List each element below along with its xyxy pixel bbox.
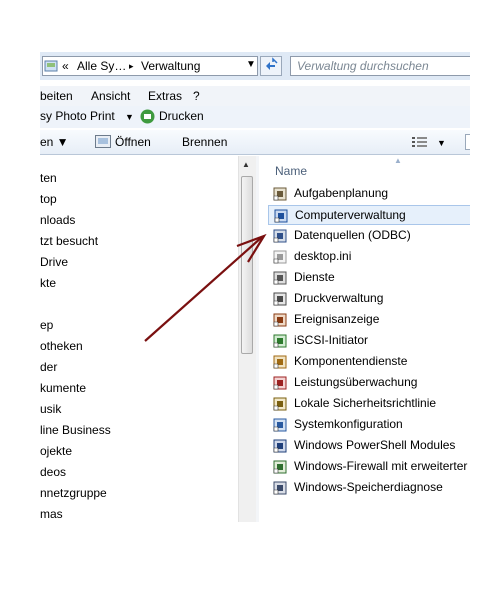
drucken-button[interactable]: Drucken bbox=[159, 109, 204, 123]
file-item[interactable]: Komponentendienste bbox=[268, 352, 470, 372]
file-item[interactable]: Druckverwaltung bbox=[268, 289, 470, 309]
nav-item[interactable]: mas bbox=[40, 507, 63, 521]
nav-item[interactable]: Drive bbox=[40, 255, 68, 269]
menu-ansicht[interactable]: Ansicht bbox=[91, 89, 130, 103]
nav-item[interactable]: line Business bbox=[40, 423, 111, 437]
address-dropdown-icon[interactable]: ▼ bbox=[246, 59, 256, 70]
easy-photo-print-dropdown-icon[interactable]: ▼ bbox=[125, 112, 134, 122]
nav-scrollbar[interactable]: ▲ bbox=[238, 156, 256, 522]
preview-pane-button[interactable] bbox=[465, 134, 470, 150]
breadcrumb-alle-systemsteuerungselemente[interactable]: Alle Sy… bbox=[77, 59, 126, 73]
breadcrumb-verwaltung[interactable]: Verwaltung bbox=[141, 59, 200, 73]
column-header-name[interactable]: Name bbox=[275, 164, 307, 178]
nav-item[interactable]: der bbox=[40, 360, 57, 374]
memory-diagnostic-icon bbox=[273, 481, 287, 495]
navigation-pane: ten top nloads tzt besucht Drive kte ep … bbox=[40, 156, 238, 522]
file-item-label: Dienste bbox=[294, 270, 335, 284]
computer-management-icon bbox=[274, 209, 288, 223]
firewall-icon bbox=[273, 460, 287, 474]
nav-item[interactable]: kte bbox=[40, 276, 56, 290]
component-services-icon bbox=[273, 355, 287, 369]
sort-ascending-icon: ▲ bbox=[394, 156, 402, 165]
file-item-label: Ereignisanzeige bbox=[294, 312, 380, 326]
file-item-label: Datenquellen (ODBC) bbox=[294, 228, 411, 242]
file-item[interactable]: Windows-Firewall mit erweiterter bbox=[268, 457, 470, 477]
odbc-icon bbox=[273, 229, 287, 243]
refresh-icon bbox=[266, 57, 278, 70]
menu-bar: beiten Ansicht Extras ? bbox=[40, 86, 470, 108]
ini-file-icon bbox=[273, 250, 287, 264]
file-item[interactable]: Windows PowerShell Modules bbox=[268, 436, 470, 456]
powershell-icon bbox=[273, 439, 287, 453]
file-item[interactable]: Windows-Speicherdiagnose bbox=[268, 478, 470, 498]
file-item-label: Windows-Speicherdiagnose bbox=[294, 480, 443, 494]
organize-button[interactable]: en ▼ bbox=[40, 135, 69, 149]
nav-item[interactable]: ten bbox=[40, 171, 57, 185]
burn-button[interactable]: Brennen bbox=[182, 135, 227, 149]
nav-item[interactable]: tzt besucht bbox=[40, 234, 98, 248]
file-item-label: Komponentendienste bbox=[294, 354, 408, 368]
scroll-up-icon[interactable]: ▲ bbox=[242, 160, 250, 169]
file-item[interactable]: Systemkonfiguration bbox=[268, 415, 470, 435]
file-item-label: Windows PowerShell Modules bbox=[294, 438, 456, 452]
command-toolbar: en ▼ Öffnen Brennen ▼ bbox=[40, 130, 470, 155]
plugin-bar: sy Photo Print ▼ Drucken bbox=[40, 106, 470, 128]
view-options-icon[interactable] bbox=[412, 136, 428, 148]
nav-item[interactable]: kumente bbox=[40, 381, 86, 395]
security-policy-icon bbox=[273, 397, 287, 411]
menu-help[interactable]: ? bbox=[193, 89, 200, 103]
nav-item[interactable]: top bbox=[40, 192, 57, 206]
pane-splitter[interactable] bbox=[256, 156, 259, 522]
explorer-window: « Alle Sy… ▸ Verwaltung ▼ Verwaltung dur… bbox=[40, 52, 470, 522]
file-item[interactable]: Dienste bbox=[268, 268, 470, 288]
nav-item[interactable]: nnetzgruppe bbox=[40, 486, 107, 500]
control-panel-icon bbox=[44, 60, 58, 72]
nav-item[interactable]: deos bbox=[40, 465, 66, 479]
easy-photo-print-button[interactable]: sy Photo Print bbox=[40, 109, 115, 123]
file-item-label: Computerverwaltung bbox=[295, 208, 406, 222]
file-item[interactable]: iSCSI-Initiator bbox=[268, 331, 470, 351]
performance-monitor-icon bbox=[273, 376, 287, 390]
file-list-pane: ▲ Name Aufgabenplanung Computerverwaltung… bbox=[260, 156, 470, 522]
print-management-icon bbox=[273, 292, 287, 306]
iscsi-icon bbox=[273, 334, 287, 348]
menu-extras[interactable]: Extras bbox=[148, 89, 182, 103]
nav-item[interactable]: nloads bbox=[40, 213, 75, 227]
open-icon bbox=[95, 135, 111, 148]
breadcrumb-overflow[interactable]: « bbox=[62, 59, 69, 73]
file-item-label: desktop.ini bbox=[294, 249, 352, 263]
file-item-label: iSCSI-Initiator bbox=[294, 333, 369, 347]
nav-item[interactable]: usik bbox=[40, 402, 61, 416]
file-item-label: Systemkonfiguration bbox=[294, 417, 403, 431]
breadcrumb-separator[interactable]: ▸ bbox=[129, 61, 134, 72]
file-item-label: Aufgabenplanung bbox=[294, 186, 389, 200]
print-icon bbox=[140, 109, 155, 124]
file-item-label: Windows-Firewall mit erweiterter bbox=[294, 459, 468, 473]
address-bar[interactable]: « Alle Sy… ▸ Verwaltung ▼ bbox=[42, 56, 258, 76]
file-item-label: Druckverwaltung bbox=[294, 291, 384, 305]
nav-item[interactable]: ojekte bbox=[40, 444, 72, 458]
event-viewer-icon bbox=[273, 313, 287, 327]
search-input[interactable]: Verwaltung durchsuchen bbox=[290, 56, 470, 76]
address-bar-row: « Alle Sy… ▸ Verwaltung ▼ Verwaltung dur… bbox=[40, 52, 470, 80]
menu-bearbeiten[interactable]: beiten bbox=[40, 89, 73, 103]
file-item[interactable]: Computerverwaltung bbox=[268, 205, 470, 225]
view-dropdown-icon[interactable]: ▼ bbox=[437, 138, 446, 148]
nav-item[interactable]: otheken bbox=[40, 339, 83, 353]
scroll-thumb[interactable] bbox=[241, 176, 253, 354]
open-button[interactable]: Öffnen bbox=[115, 135, 151, 149]
file-item[interactable]: Lokale Sicherheitsrichtlinie bbox=[268, 394, 470, 414]
services-icon bbox=[273, 271, 287, 285]
file-item[interactable]: Aufgabenplanung bbox=[268, 184, 470, 204]
system-config-icon bbox=[273, 418, 287, 432]
file-item[interactable]: Ereignisanzeige bbox=[268, 310, 470, 330]
refresh-button[interactable] bbox=[260, 56, 282, 76]
nav-item[interactable]: ep bbox=[40, 318, 53, 332]
file-item[interactable]: Leistungsüberwachung bbox=[268, 373, 470, 393]
task-scheduler-icon bbox=[273, 187, 287, 201]
file-item-label: Lokale Sicherheitsrichtlinie bbox=[294, 396, 437, 410]
file-item-label: Leistungsüberwachung bbox=[294, 375, 418, 389]
file-item[interactable]: desktop.ini bbox=[268, 247, 470, 267]
file-item[interactable]: Datenquellen (ODBC) bbox=[268, 226, 470, 246]
